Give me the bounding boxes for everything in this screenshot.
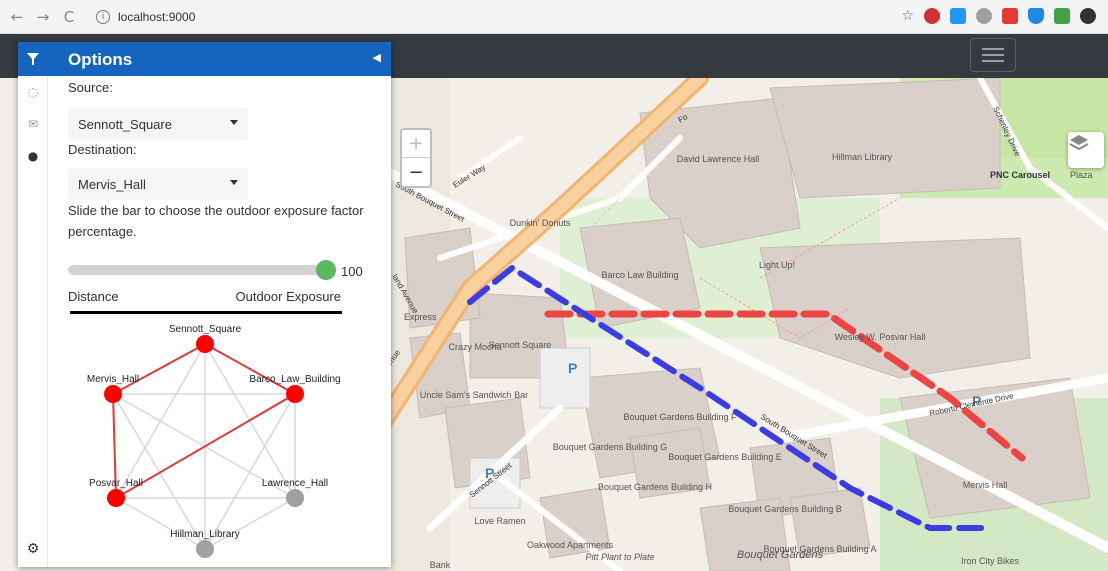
sidebar-title: Options	[68, 50, 133, 69]
github-icon: ●	[27, 149, 39, 163]
sidebar-header: Options ◀	[48, 42, 391, 76]
slider-hint: Slide the bar to choose the outdoor expo…	[68, 203, 364, 239]
source-label: Source:	[68, 80, 113, 95]
exposure-slider-track[interactable]	[68, 265, 322, 275]
star-icon[interactable]: ☆	[901, 8, 914, 24]
node-label: Hillman_Library	[170, 529, 239, 540]
chevron-down-icon	[230, 120, 238, 125]
map-label-bouquet-gardens[interactable]: Bouquet Gardens	[737, 549, 824, 561]
source-value: Sennott_Square	[78, 116, 172, 132]
collapse-icon[interactable]: ◀	[373, 51, 381, 64]
tab-settings-circle[interactable]: ◌	[18, 76, 48, 108]
filter-icon	[27, 53, 39, 65]
map-label-pitt-plant[interactable]: Pitt Plant to Plate	[585, 552, 654, 562]
tab-options[interactable]	[18, 42, 48, 76]
circle-icon: ◌	[27, 85, 39, 99]
destination-select[interactable]: Mervis_Hall	[68, 168, 248, 200]
sidebar-tabs: ◌ ✉ ● ⚙	[18, 42, 48, 567]
map-label-uncle-sams[interactable]: Uncle Sam's Sandwich Bar	[420, 390, 528, 400]
browser-toolbar: ← → C i localhost:9000 ☆	[0, 0, 1108, 34]
layers-button[interactable]	[1068, 132, 1104, 168]
building-graph: Sennott_Square Mervis_Hall Barco_Law_Bui…	[87, 324, 341, 558]
slider-value: 100	[341, 264, 363, 279]
extension-icon[interactable]	[950, 8, 966, 24]
destination-value: Mervis_Hall	[78, 176, 146, 192]
map-label-hillman[interactable]: Hillman Library	[832, 152, 893, 162]
map-label-bouquet-b[interactable]: Bouquet Gardens Building B	[728, 504, 842, 514]
options-sidebar: ◌ ✉ ● ⚙ Options ◀ Source: Sennott_Square…	[18, 42, 391, 567]
map-label-express[interactable]: Express	[404, 312, 437, 322]
camera-icon[interactable]	[976, 8, 992, 24]
adblock-icon[interactable]	[924, 8, 940, 24]
node-mervis-hall[interactable]	[104, 385, 122, 403]
map-label-bouquet-h[interactable]: Bouquet Gardens Building H	[598, 482, 712, 492]
forward-arrow-icon[interactable]: →	[32, 6, 54, 28]
tab-messages[interactable]: ✉	[18, 108, 48, 140]
parking-icon: P	[568, 360, 577, 376]
app: David Lawrence Hall Hillman Library PNC …	[0, 34, 1108, 571]
outdoor-exposure-label: Outdoor Exposure	[235, 289, 341, 304]
exposure-slider-handle[interactable]	[316, 260, 336, 280]
extensions-row: ☆	[901, 8, 1096, 24]
node-barco-law-building[interactable]	[286, 385, 304, 403]
node-hillman-library[interactable]	[196, 540, 214, 558]
map-label-david-lawrence[interactable]: David Lawrence Hall	[677, 154, 760, 164]
map-label-bouquet-g[interactable]: Bouquet Gardens Building G	[553, 442, 668, 452]
avatar[interactable]	[1080, 8, 1096, 24]
zoom-control: + −	[400, 128, 432, 188]
hamburger-menu-icon[interactable]	[970, 38, 1016, 72]
node-label: Barco_Law_Building	[249, 374, 340, 385]
reload-icon[interactable]: C	[58, 6, 80, 28]
envelope-icon: ✉	[27, 117, 39, 131]
info-icon[interactable]: i	[96, 9, 110, 24]
map-label-barco[interactable]: Barco Law Building	[601, 270, 678, 280]
map-label-dunkin[interactable]: Dunkin' Donuts	[510, 218, 571, 228]
map-label-oakwood[interactable]: Oakwood Apartments	[527, 540, 614, 550]
map-label-crazy-mocha[interactable]: Crazy Mocha	[448, 342, 501, 352]
distance-label: Distance	[68, 289, 119, 304]
back-arrow-icon[interactable]: ←	[6, 6, 28, 28]
map-label-plaza[interactable]: Plaza	[1070, 170, 1093, 180]
gear-icon[interactable]: ⚙	[18, 539, 48, 559]
node-lawrence-hall[interactable]	[286, 489, 304, 507]
map-label-bouquet-f[interactable]: Bouquet Gardens Building F	[623, 412, 737, 422]
map-label-pnc[interactable]: PNC Carousel	[990, 170, 1050, 180]
map-label-iron-city[interactable]: Iron City Bikes	[961, 556, 1020, 566]
map-label-light-up[interactable]: Light Up!	[759, 260, 795, 270]
node-label: Mervis_Hall	[87, 374, 139, 385]
destination-label: Destination:	[68, 142, 137, 157]
shield-icon[interactable]	[1028, 8, 1044, 24]
zoom-out-button[interactable]: −	[402, 158, 430, 186]
sidebar-content: Source: Sennott_Square Destination: Merv…	[48, 76, 391, 567]
map-label-wesley[interactable]: Wesley W. Posvar Hall	[835, 332, 926, 342]
map-label-mervis[interactable]: Mervis Hall	[963, 480, 1008, 490]
node-posvar-hall[interactable]	[107, 489, 125, 507]
tab-github[interactable]: ●	[18, 140, 48, 172]
google-icon[interactable]	[1054, 8, 1070, 24]
chevron-down-icon	[230, 180, 238, 185]
node-label: Posvar_Hall	[89, 478, 143, 489]
gmail-icon[interactable]	[1002, 8, 1018, 24]
zoom-in-button[interactable]: +	[402, 130, 430, 158]
node-sennott-square[interactable]	[196, 335, 214, 353]
map-label-bouquet-e[interactable]: Bouquet Gardens Building E	[668, 452, 782, 462]
map-label-love-ramen[interactable]: Love Ramen	[474, 516, 525, 526]
node-label: Sennott_Square	[169, 324, 242, 335]
address-bar[interactable]: i localhost:9000	[96, 5, 876, 28]
source-select[interactable]: Sennott_Square	[68, 108, 248, 140]
map-label-bank[interactable]: Bank	[430, 560, 451, 570]
node-label: Lawrence_Hall	[262, 478, 328, 489]
layers-icon	[1069, 135, 1089, 151]
divider	[70, 311, 342, 314]
url-text: localhost:9000	[118, 9, 196, 24]
